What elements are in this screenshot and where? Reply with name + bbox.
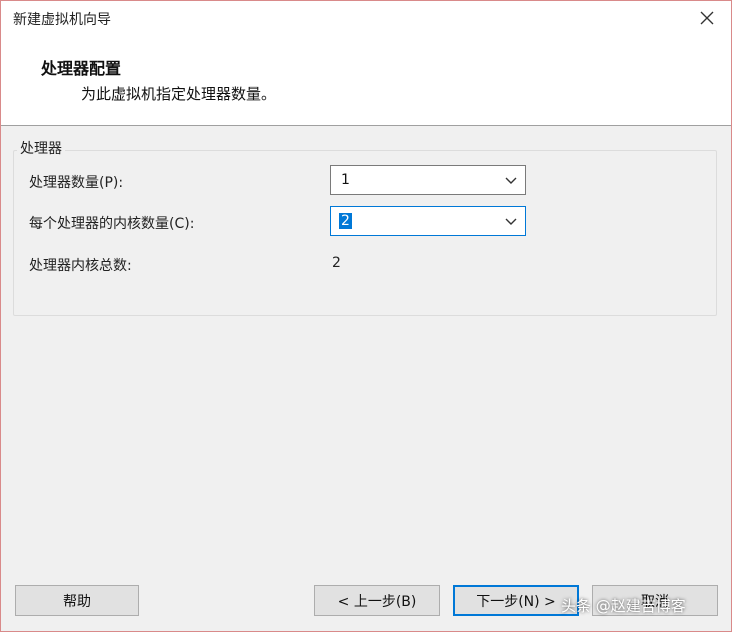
- total-cores-value: 2: [332, 255, 341, 271]
- processor-count-label: 处理器数量(P):: [29, 175, 124, 191]
- back-button[interactable]: < 上一步(B): [314, 585, 440, 616]
- processor-count-select[interactable]: 1: [330, 165, 526, 195]
- cores-per-processor-label: 每个处理器的内核数量(C):: [29, 216, 195, 232]
- close-icon: [700, 11, 714, 25]
- title-bar: 新建虚拟机向导: [1, 1, 731, 35]
- page-subtitle: 为此虚拟机指定处理器数量。: [81, 85, 277, 103]
- wizard-window: 新建虚拟机向导 处理器配置 为此虚拟机指定处理器数量。 处理器 处理器数量(P)…: [0, 0, 732, 632]
- close-button[interactable]: [689, 3, 725, 33]
- chevron-down-icon: [505, 218, 517, 225]
- page-title: 处理器配置: [41, 59, 122, 78]
- cores-per-processor-select[interactable]: 2: [330, 206, 526, 236]
- chevron-down-icon: [505, 177, 517, 184]
- total-cores-label: 处理器内核总数:: [29, 258, 132, 274]
- help-button[interactable]: 帮助: [15, 585, 139, 616]
- wizard-header: 处理器配置 为此虚拟机指定处理器数量。: [1, 35, 731, 126]
- processor-group-legend: 处理器: [17, 138, 65, 158]
- window-title: 新建虚拟机向导: [13, 12, 111, 28]
- cores-per-processor-value: 2: [339, 213, 352, 229]
- watermark: 头条 @赵建吉博客: [561, 597, 686, 615]
- wizard-content: 处理器 处理器数量(P): 1 每个处理器的内核数量(C): 2 处理器内核总数…: [1, 126, 731, 566]
- processor-count-value: 1: [341, 172, 350, 188]
